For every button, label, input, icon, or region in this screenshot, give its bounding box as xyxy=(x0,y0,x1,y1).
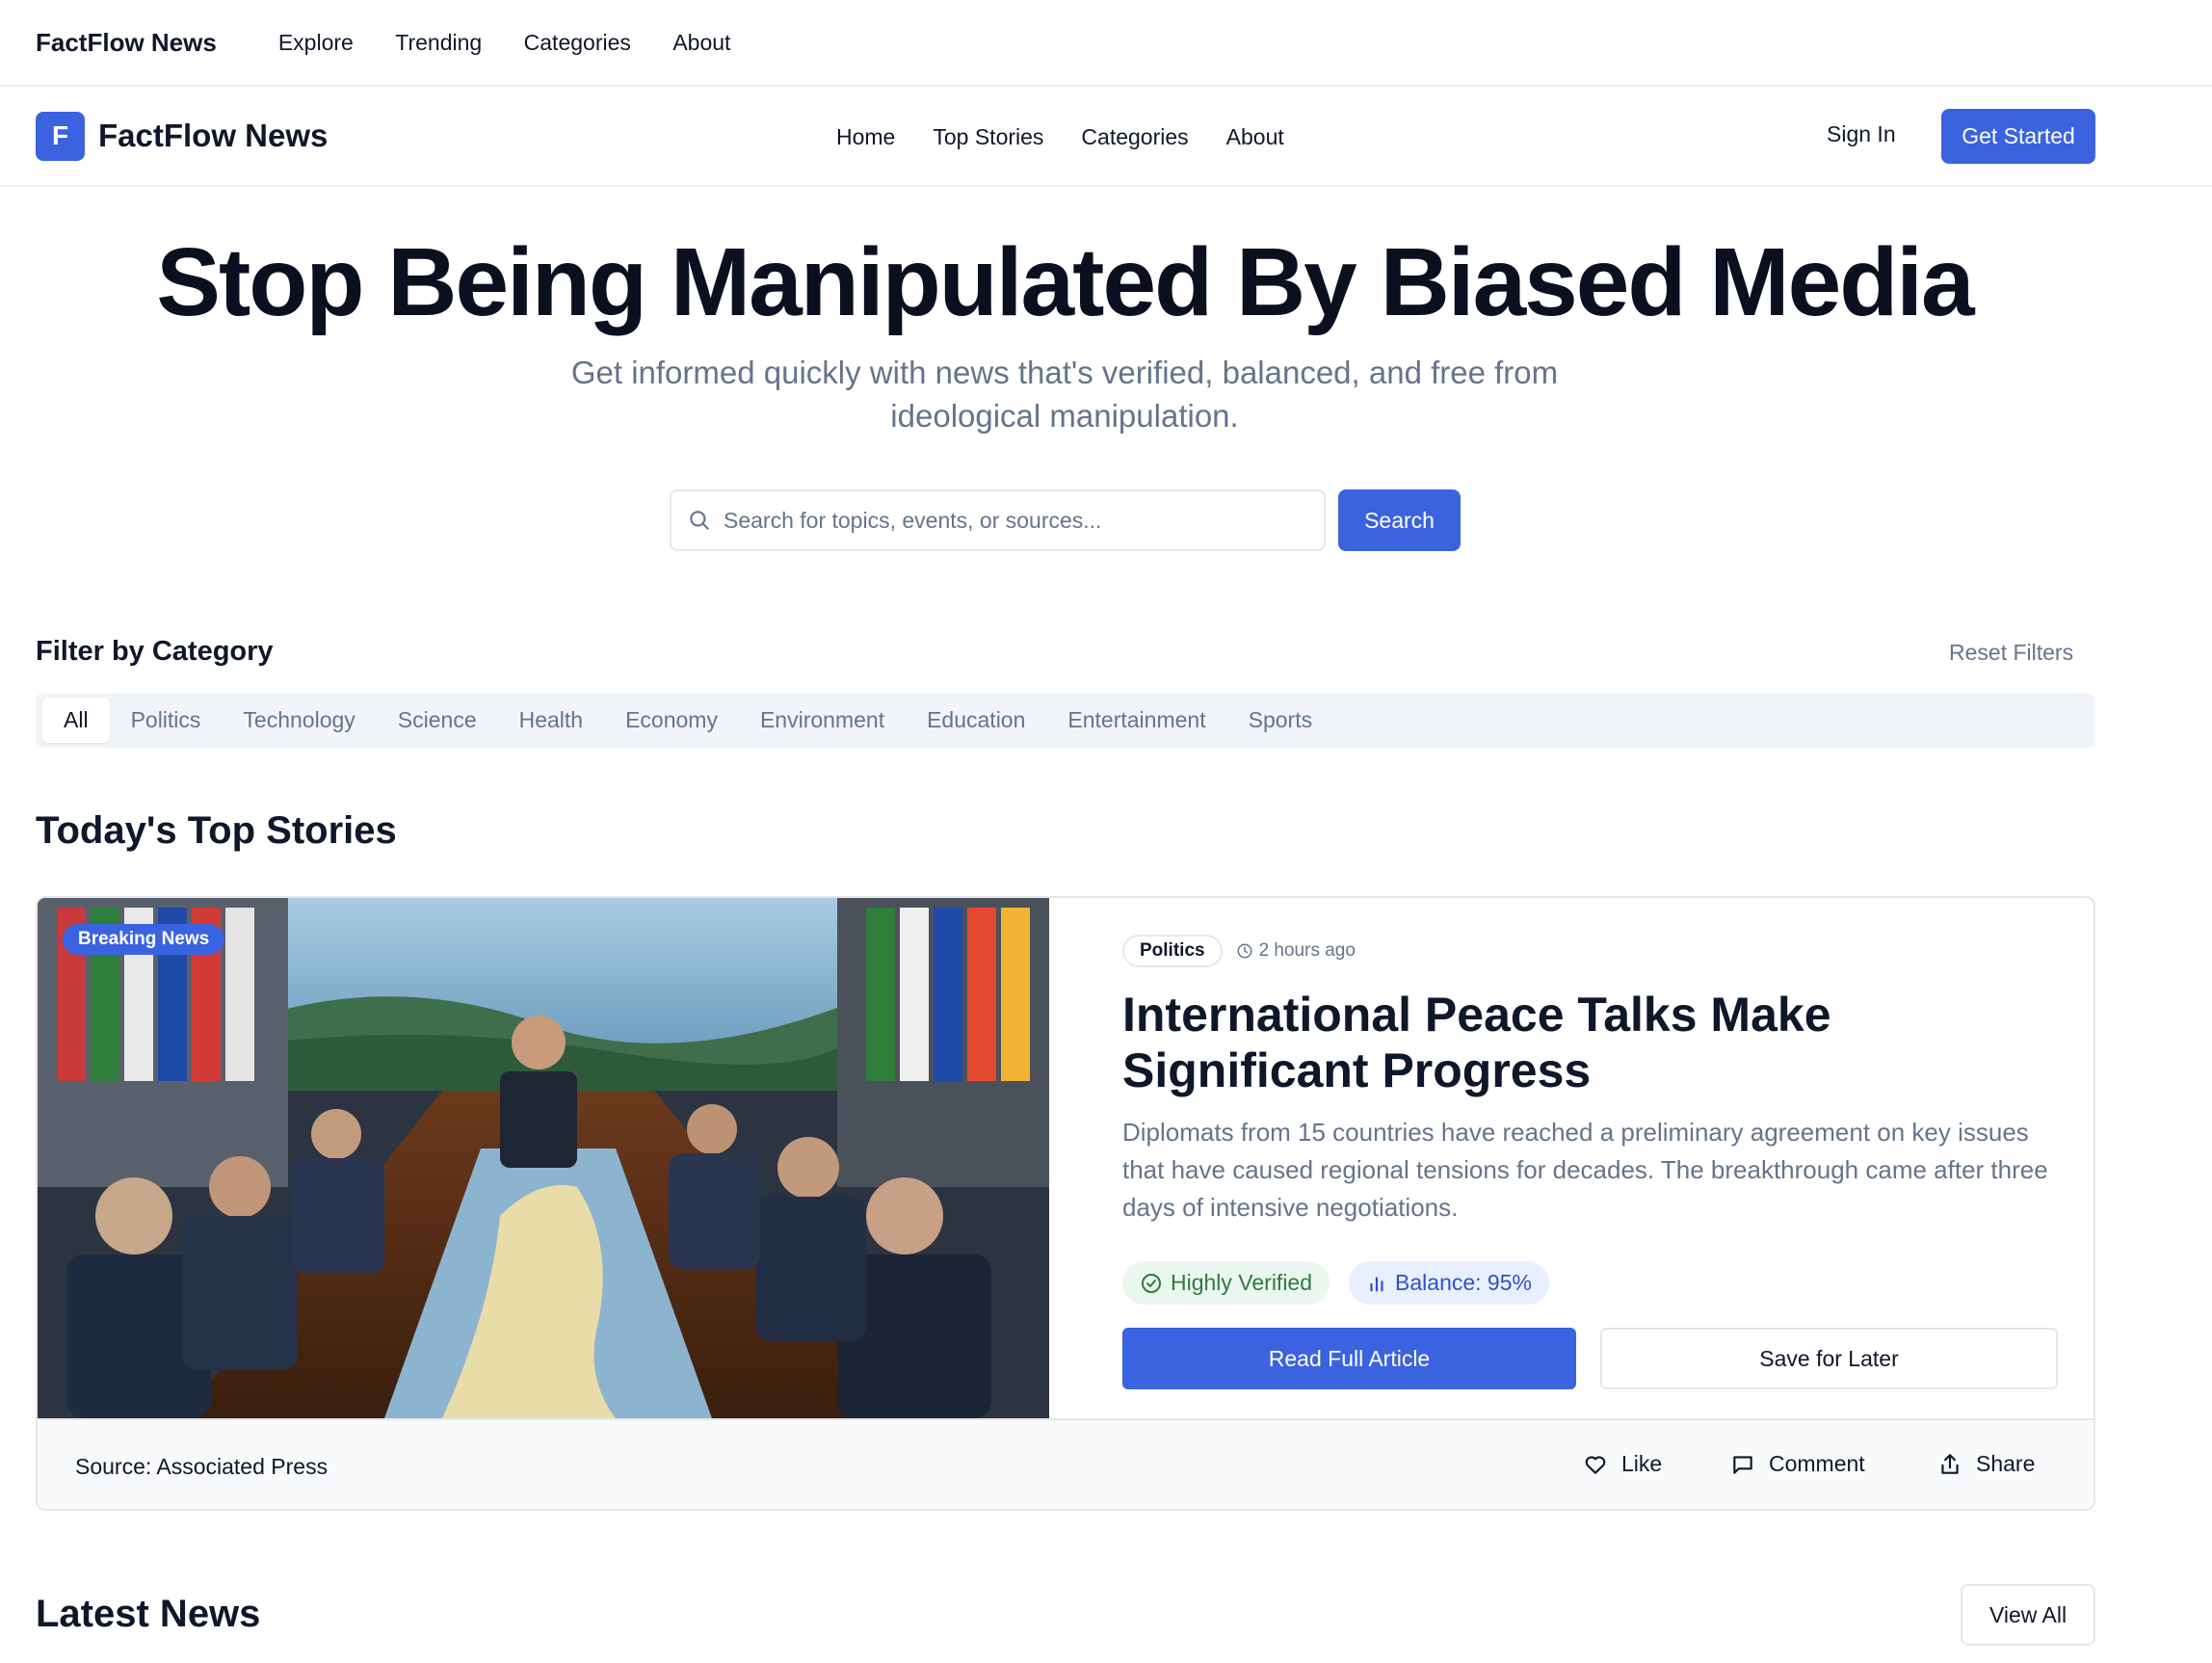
header-brand[interactable]: FactFlow News xyxy=(98,118,328,154)
share-icon xyxy=(1941,1453,1959,1474)
page: FactFlow News Explore Trending Categorie… xyxy=(0,0,2212,1663)
story-tags: Highly Verified Balance: 95% xyxy=(1122,1261,2067,1305)
comment-label: Comment xyxy=(1769,1451,1865,1476)
sign-in-link[interactable]: Sign In xyxy=(1827,121,1896,147)
bar-chart-icon xyxy=(1370,1276,1383,1291)
search-icon xyxy=(690,511,709,530)
share-label: Share xyxy=(1976,1451,2036,1476)
nav-about[interactable]: About xyxy=(1226,124,1284,150)
featured-story-image[interactable]: Breaking News xyxy=(38,898,1049,1418)
search-field[interactable] xyxy=(670,489,1326,551)
category-tabs: All Politics Technology Science Health E… xyxy=(36,693,2095,748)
like-label: Like xyxy=(1621,1451,1663,1476)
category-tab-all[interactable]: All xyxy=(42,698,110,743)
read-full-article-button[interactable]: Read Full Article xyxy=(1122,1328,1576,1389)
story-time-text: 2 hours ago xyxy=(1258,940,1356,961)
category-tab-health[interactable]: Health xyxy=(498,698,604,743)
story-headline[interactable]: International Peace Talks Make Significa… xyxy=(1122,987,2067,1098)
balance-label: Balance: 95% xyxy=(1395,1270,1532,1295)
comment-icon xyxy=(1733,1455,1752,1474)
topbar-nav: Explore Trending Categories About xyxy=(278,30,769,56)
verified-label: Highly Verified xyxy=(1171,1270,1313,1295)
nav-top-stories[interactable]: Top Stories xyxy=(933,124,1043,150)
topbar-brand[interactable]: FactFlow News xyxy=(36,28,217,58)
share-button[interactable]: Share xyxy=(1937,1451,2035,1477)
filter-title: Filter by Category xyxy=(36,636,274,667)
category-tab-economy[interactable]: Economy xyxy=(604,698,739,743)
featured-story-card: Breaking News Politics 2 hours ago Inter… xyxy=(36,896,2095,1511)
view-all-button[interactable]: View All xyxy=(1961,1584,2095,1646)
story-footer: Source: Associated Press Like Comment Sh… xyxy=(38,1418,2094,1509)
topbar-nav-about[interactable]: About xyxy=(672,30,730,55)
category-tab-politics[interactable]: Politics xyxy=(110,698,223,743)
get-started-button[interactable]: Get Started xyxy=(1941,109,2095,164)
category-tab-education[interactable]: Education xyxy=(906,698,1046,743)
reset-filters-button[interactable]: Reset Filters xyxy=(1949,640,2073,666)
top-bar: FactFlow News Explore Trending Categorie… xyxy=(0,0,2212,87)
category-tab-sports[interactable]: Sports xyxy=(1227,698,1333,743)
balance-badge: Balance: 95% xyxy=(1349,1261,1549,1305)
check-circle-icon xyxy=(1142,1273,1161,1293)
nav-categories[interactable]: Categories xyxy=(1081,124,1188,150)
search-button[interactable]: Search xyxy=(1338,489,1461,551)
header-nav: Home Top Stories Categories About xyxy=(836,87,1322,187)
story-time: 2 hours ago xyxy=(1236,940,1356,962)
hero-subtitle: Get informed quickly with news that's ve… xyxy=(570,355,1559,434)
category-tab-entertainment[interactable]: Entertainment xyxy=(1046,698,1226,743)
peace-talks-photo xyxy=(38,898,1049,1418)
story-actions: Read Full Article Save for Later xyxy=(1122,1328,2067,1389)
verified-badge: Highly Verified xyxy=(1122,1261,1330,1305)
like-button[interactable]: Like xyxy=(1583,1451,1662,1477)
main-header: F FactFlow News Home Top Stories Categor… xyxy=(0,87,2212,187)
nav-home[interactable]: Home xyxy=(836,124,895,150)
story-category-badge[interactable]: Politics xyxy=(1122,935,1223,967)
featured-story-content: Politics 2 hours ago International Peace… xyxy=(1122,933,2067,1389)
category-tab-technology[interactable]: Technology xyxy=(222,698,376,743)
topbar-nav-categories[interactable]: Categories xyxy=(524,30,631,55)
story-description: Diplomats from 15 countries have reached… xyxy=(1122,1118,2048,1222)
story-meta: Politics 2 hours ago xyxy=(1122,933,2067,969)
comment-button[interactable]: Comment xyxy=(1730,1451,1865,1477)
category-tab-environment[interactable]: Environment xyxy=(739,698,906,743)
top-stories-title: Today's Top Stories xyxy=(36,809,397,852)
topbar-nav-explore[interactable]: Explore xyxy=(278,30,354,55)
story-source: Source: Associated Press xyxy=(75,1454,329,1479)
category-tab-science[interactable]: Science xyxy=(377,698,498,743)
logo-icon[interactable]: F xyxy=(36,111,85,161)
breaking-news-badge: Breaking News xyxy=(63,924,225,955)
save-for-later-button[interactable]: Save for Later xyxy=(1600,1328,2058,1389)
hero-title: Stop Being Manipulated By Biased Media xyxy=(156,228,1974,336)
search-input[interactable] xyxy=(724,507,1302,534)
clock-icon xyxy=(1237,943,1252,959)
heart-icon xyxy=(1585,1455,1606,1474)
topbar-nav-trending[interactable]: Trending xyxy=(395,30,482,55)
latest-news-title: Latest News xyxy=(36,1593,261,1635)
